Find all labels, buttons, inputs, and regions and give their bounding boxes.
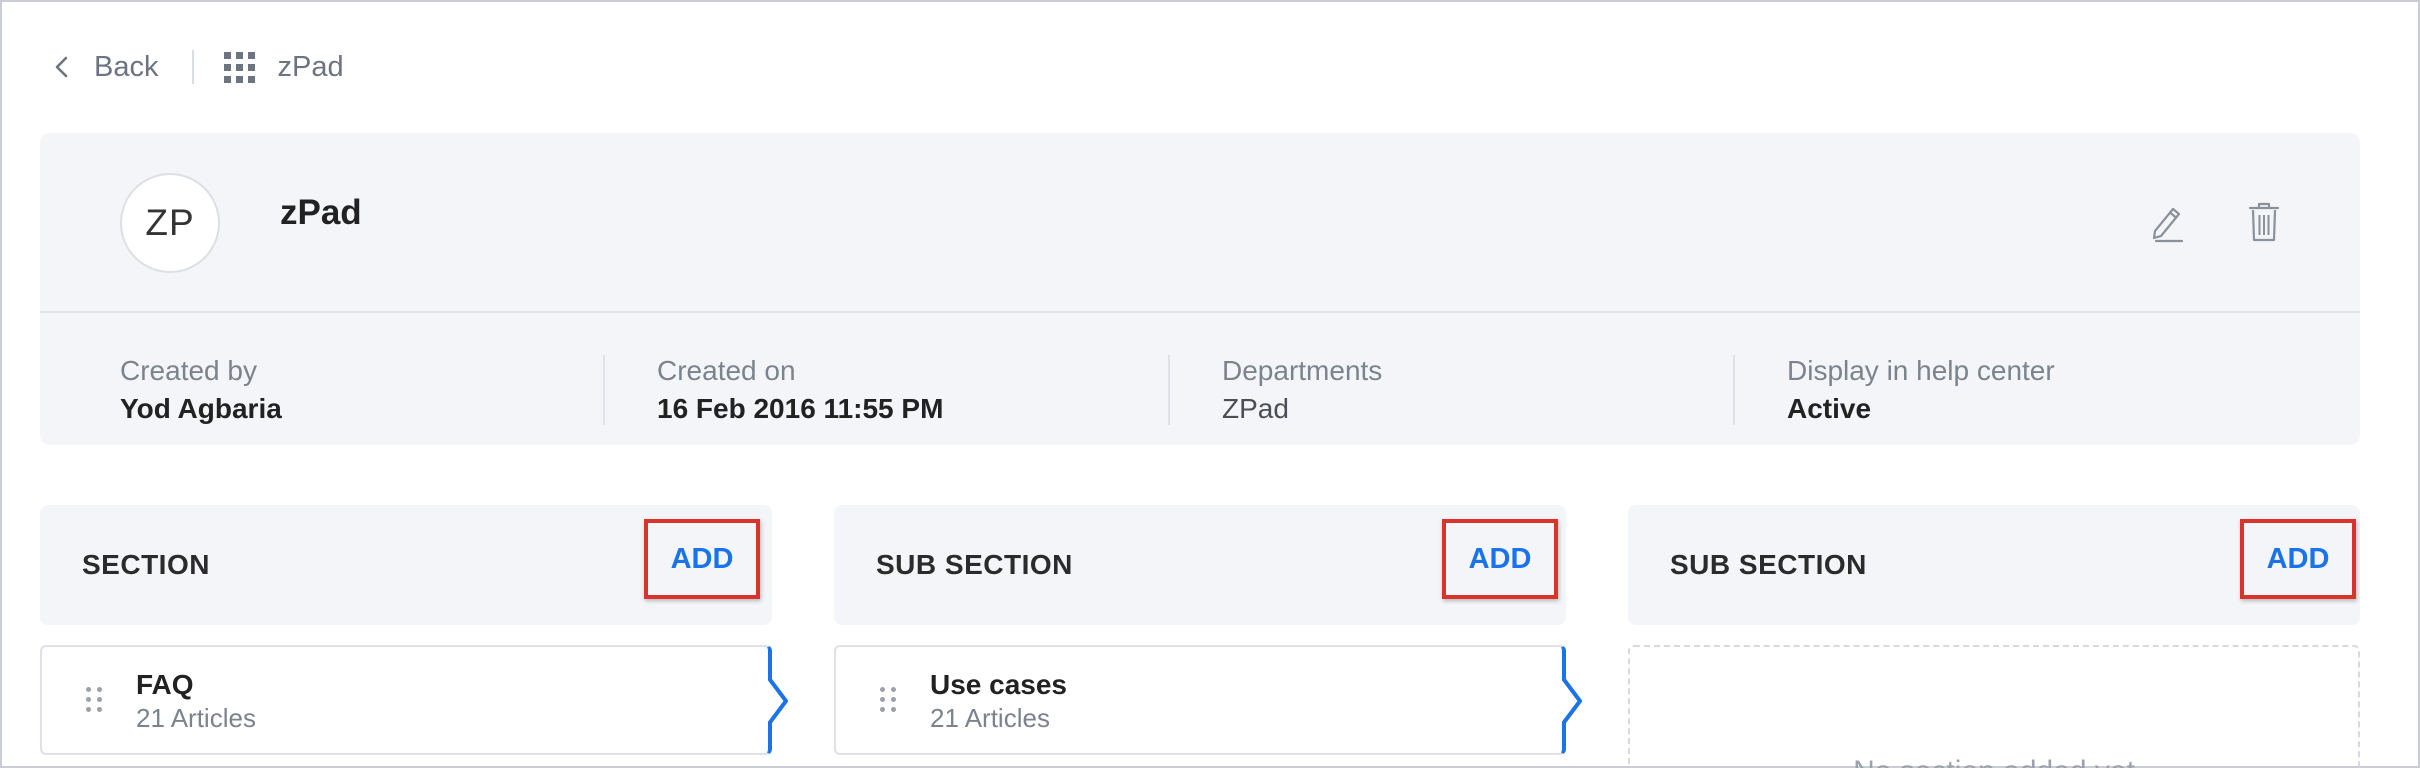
- sub-section-column-empty: SUB SECTION ADD No section added yet: [1628, 505, 2360, 768]
- meta-value: Active: [1787, 393, 1872, 424]
- column-title: SUB SECTION: [1670, 549, 1867, 580]
- add-section-button[interactable]: ADD: [644, 519, 760, 599]
- meta-created-on: Created on 16 Feb 2016 11:55 PM: [605, 315, 1170, 445]
- add-sub-section-button[interactable]: ADD: [1442, 519, 1558, 599]
- category-avatar: ZP: [120, 173, 220, 273]
- meta-value: 16 Feb 2016 11:55 PM: [657, 393, 944, 424]
- category-meta-row: Created by Yod Agbaria Created on 16 Feb…: [40, 315, 2360, 445]
- meta-value: ZPad: [1222, 393, 1289, 424]
- list-item[interactable]: Use cases 21 Articles: [834, 645, 1582, 755]
- meta-label: Display in help center: [1787, 355, 2055, 386]
- trash-icon[interactable]: [2244, 201, 2284, 243]
- app-name: zPad: [277, 50, 344, 83]
- category-header: ZP zPad: [40, 133, 2360, 313]
- top-navigation: Back zPad: [52, 44, 344, 90]
- meta-label: Created by: [120, 355, 257, 386]
- meta-value: Yod Agbaria: [120, 393, 282, 424]
- item-article-count: 21 Articles: [930, 703, 1050, 733]
- nav-divider: [192, 50, 195, 84]
- list-item[interactable]: FAQ 21 Articles: [40, 645, 788, 755]
- edit-icon[interactable]: [2146, 201, 2186, 243]
- item-title: Use cases: [930, 669, 1068, 700]
- sub-section-column-header: SUB SECTION ADD: [1628, 505, 2360, 625]
- column-title: SUB SECTION: [876, 549, 1073, 580]
- section-column-header: SECTION ADD: [40, 505, 772, 625]
- sub-section-column-header: SUB SECTION ADD: [834, 505, 1566, 625]
- add-sub-section-button[interactable]: ADD: [2240, 519, 2356, 599]
- sub-section-column: SUB SECTION ADD Use cases 21 Articles: [834, 505, 1582, 755]
- meta-created-by: Created by Yod Agbaria: [40, 315, 605, 445]
- category-info-card: ZP zPad Created by Yod Agbaria Created o…: [40, 133, 2360, 445]
- drag-handle-icon[interactable]: [880, 687, 896, 712]
- drag-handle-icon[interactable]: [86, 687, 102, 712]
- apps-grid-icon: [224, 51, 256, 83]
- meta-departments: Departments ZPad: [1170, 315, 1735, 445]
- item-article-count: 21 Articles: [136, 703, 256, 733]
- chevron-right-icon: [768, 677, 788, 725]
- section-column: SECTION ADD FAQ 21 Articles: [40, 505, 788, 755]
- meta-label: Departments: [1222, 355, 1383, 386]
- chevron-right-icon: [1562, 677, 1582, 725]
- item-title: FAQ: [136, 669, 194, 700]
- meta-label: Created on: [657, 355, 796, 386]
- category-title: zPad: [280, 193, 362, 232]
- empty-state-box: No section added yet: [1628, 645, 2360, 768]
- back-button[interactable]: Back: [52, 51, 158, 84]
- app-switcher[interactable]: zPad: [224, 50, 344, 84]
- back-label: Back: [94, 50, 159, 83]
- meta-display-in-help-center: Display in help center Active: [1735, 315, 2300, 445]
- chevron-left-icon: [55, 56, 68, 78]
- empty-state-text: No section added yet: [1630, 755, 2358, 768]
- column-title: SECTION: [82, 549, 210, 580]
